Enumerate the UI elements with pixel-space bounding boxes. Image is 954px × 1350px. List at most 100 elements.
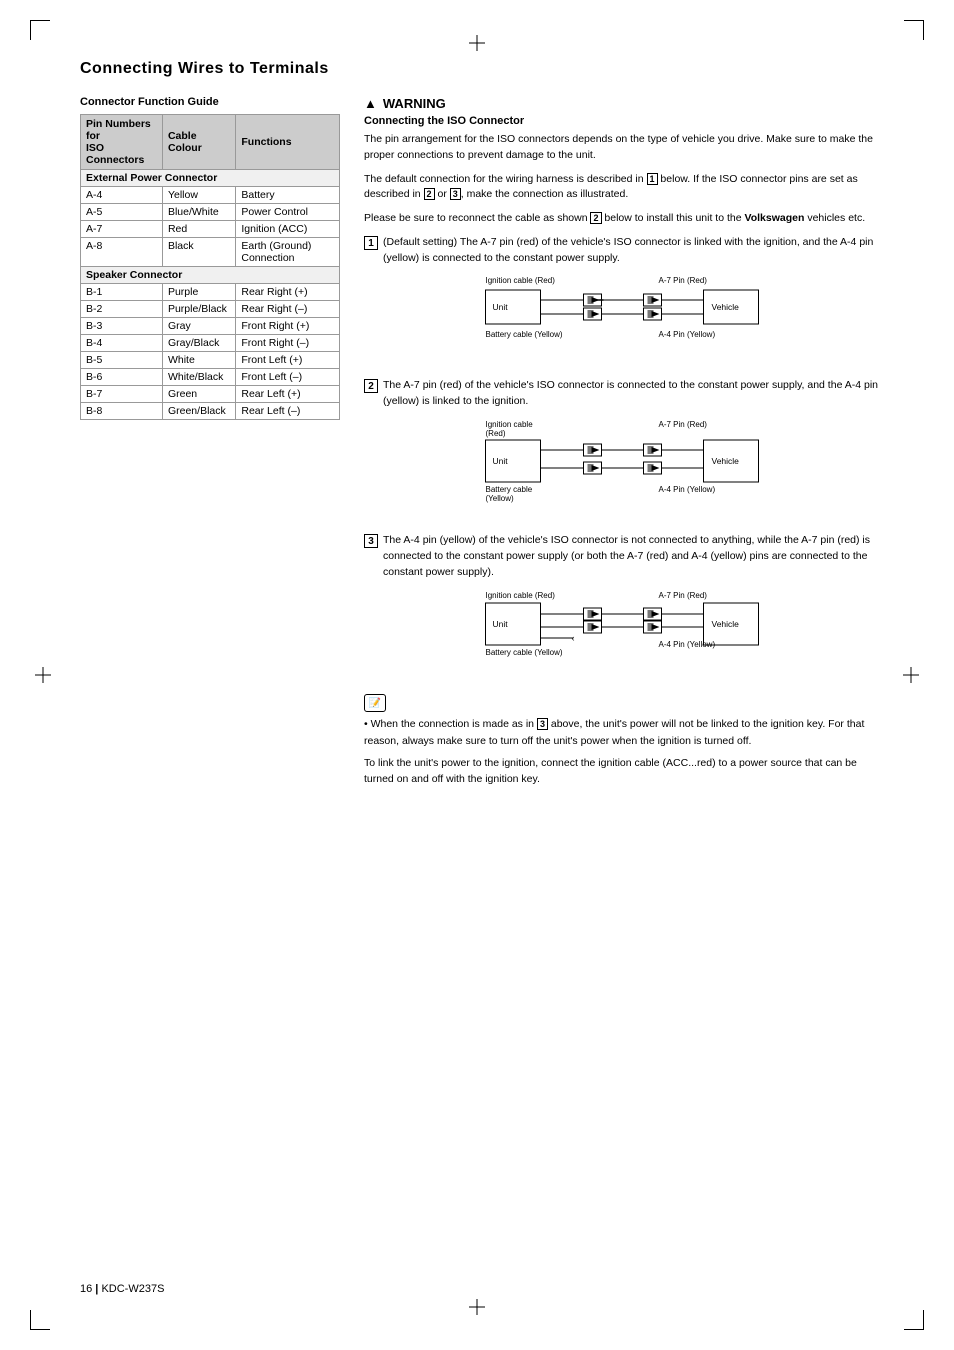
svg-text:Vehicle: Vehicle — [712, 456, 740, 466]
item-2-num: 2 — [364, 379, 378, 393]
cell-colour: Black — [162, 238, 235, 267]
two-column-layout: Connector Function Guide Pin Numbers for… — [80, 96, 884, 787]
svg-text:Unit: Unit — [493, 619, 509, 629]
crosshair-top — [469, 35, 485, 51]
diagram-2: Ignition cable (Red) A-7 Pin (Red) Unit … — [383, 416, 884, 514]
col-header-pin: Pin Numbers forISO Connectors — [81, 115, 163, 170]
cell-pin: B-2 — [81, 301, 163, 318]
cell-function: Rear Left (+) — [236, 386, 340, 403]
cell-pin: B-5 — [81, 352, 163, 369]
svg-text:Unit: Unit — [493, 456, 509, 466]
svg-text:Battery cable (Yellow): Battery cable (Yellow) — [486, 330, 563, 339]
table-row: B-1PurpleRear Right (+) — [81, 284, 340, 301]
cell-colour: Gray/Black — [162, 335, 235, 352]
cell-pin: A-5 — [81, 204, 163, 221]
item-1: 1 (Default setting) The A-7 pin (red) of… — [364, 235, 884, 368]
diagram-3-svg: Ignition cable (Red) A-7 Pin (Red) Unit … — [383, 587, 884, 667]
svg-text:Ignition cable: Ignition cable — [486, 420, 534, 429]
connector-table: Pin Numbers forISO Connectors Cable Colo… — [80, 114, 340, 420]
svg-text:Battery cable (Yellow): Battery cable (Yellow) — [486, 648, 563, 657]
intro-para-1: The pin arrangement for the ISO connecto… — [364, 132, 884, 164]
corner-mark-bl — [30, 1310, 50, 1330]
connector-group-header: Speaker Connector — [81, 267, 340, 284]
item-2: 2 The A-7 pin (red) of the vehicle's ISO… — [364, 378, 884, 523]
cell-function: Rear Right (–) — [236, 301, 340, 318]
diagram-3: Ignition cable (Red) A-7 Pin (Red) Unit … — [383, 587, 884, 673]
group-name: External Power Connector — [81, 170, 340, 187]
svg-text:A-7 Pin (Red): A-7 Pin (Red) — [659, 276, 708, 285]
warning-title: WARNING — [383, 96, 446, 111]
cell-pin: B-7 — [81, 386, 163, 403]
intro-para-3: Please be sure to reconnect the cable as… — [364, 211, 884, 227]
cell-function: Earth (Ground) Connection — [236, 238, 340, 267]
item-3-num: 3 — [364, 534, 378, 548]
table-row: B-6White/BlackFront Left (–) — [81, 369, 340, 386]
item-3-text: The A-4 pin (yellow) of the vehicle's IS… — [383, 534, 870, 578]
right-column: ▲ WARNING Connecting the ISO Connector T… — [364, 96, 884, 787]
item-3-content: The A-4 pin (yellow) of the vehicle's IS… — [383, 533, 884, 682]
cell-colour: Blue/White — [162, 204, 235, 221]
table-row: B-2Purple/BlackRear Right (–) — [81, 301, 340, 318]
note-box: 📝 • When the connection is made as in 3 … — [364, 694, 884, 787]
crosshair-bottom — [469, 1299, 485, 1315]
cell-function: Front Right (+) — [236, 318, 340, 335]
cell-pin: B-8 — [81, 403, 163, 420]
group-name: Speaker Connector — [81, 267, 340, 284]
cell-function: Rear Left (–) — [236, 403, 340, 420]
cell-colour: Green/Black — [162, 403, 235, 420]
cell-function: Front Left (+) — [236, 352, 340, 369]
cell-colour: Gray — [162, 318, 235, 335]
diagram-1: Ignition cable (Red) A-7 Pin (Red) Unit … — [383, 272, 884, 358]
page-footer: 16 | KDC-W237S — [80, 1283, 164, 1295]
cell-function: Power Control — [236, 204, 340, 221]
svg-text:‹: ‹ — [572, 633, 575, 643]
intro-para-2: The default connection for the wiring ha… — [364, 172, 884, 204]
table-row: B-7GreenRear Left (+) — [81, 386, 340, 403]
svg-text:A-7 Pin (Red): A-7 Pin (Red) — [659, 591, 708, 600]
iso-connector-heading: Connecting the ISO Connector — [364, 115, 884, 127]
svg-text:Ignition cable (Red): Ignition cable (Red) — [486, 591, 556, 600]
diagram-1-svg: Ignition cable (Red) A-7 Pin (Red) Unit … — [383, 272, 884, 352]
cell-pin: B-1 — [81, 284, 163, 301]
corner-mark-br — [904, 1310, 924, 1330]
cell-pin: B-3 — [81, 318, 163, 335]
svg-text:A-4 Pin (Yellow): A-4 Pin (Yellow) — [659, 485, 716, 494]
page-title: Connecting Wires to Terminals — [80, 60, 884, 78]
cell-pin: B-4 — [81, 335, 163, 352]
svg-text:Ignition cable (Red): Ignition cable (Red) — [486, 276, 556, 285]
cell-colour: Red — [162, 221, 235, 238]
table-row: A-5Blue/WhitePower Control — [81, 204, 340, 221]
connector-group-header: External Power Connector — [81, 170, 340, 187]
col-header-functions: Functions — [236, 115, 340, 170]
item-1-text: (Default setting) The A-7 pin (red) of t… — [383, 236, 873, 264]
diagram-2-svg: Ignition cable (Red) A-7 Pin (Red) Unit … — [383, 416, 884, 508]
table-row: A-8BlackEarth (Ground) Connection — [81, 238, 340, 267]
cell-colour: Purple/Black — [162, 301, 235, 318]
cell-function: Ignition (ACC) — [236, 221, 340, 238]
crosshair-right — [903, 667, 919, 683]
svg-text:Battery cable: Battery cable — [486, 485, 533, 494]
svg-text:Vehicle: Vehicle — [712, 302, 740, 312]
col-header-colour: Cable Colour — [162, 115, 235, 170]
table-row: A-4YellowBattery — [81, 187, 340, 204]
item-3: 3 The A-4 pin (yellow) of the vehicle's … — [364, 533, 884, 682]
svg-text:Unit: Unit — [493, 302, 509, 312]
item-1-content: (Default setting) The A-7 pin (red) of t… — [383, 235, 884, 368]
crosshair-left — [35, 667, 51, 683]
note-icon-container: 📝 — [364, 694, 884, 716]
svg-text:A-4 Pin (Yellow): A-4 Pin (Yellow) — [659, 330, 716, 339]
cell-pin: A-7 — [81, 221, 163, 238]
cell-function: Front Right (–) — [236, 335, 340, 352]
cell-colour: Purple — [162, 284, 235, 301]
svg-text:(Yellow): (Yellow) — [486, 494, 514, 503]
cell-colour: Green — [162, 386, 235, 403]
table-row: A-7RedIgnition (ACC) — [81, 221, 340, 238]
corner-mark-tr — [904, 20, 924, 40]
corner-mark-tl — [30, 20, 50, 40]
cell-pin: A-8 — [81, 238, 163, 267]
left-column: Connector Function Guide Pin Numbers for… — [80, 96, 340, 787]
svg-text:(Red): (Red) — [486, 429, 506, 438]
table-row: B-8Green/BlackRear Left (–) — [81, 403, 340, 420]
cell-function: Battery — [236, 187, 340, 204]
connector-guide-heading: Connector Function Guide — [80, 96, 340, 108]
